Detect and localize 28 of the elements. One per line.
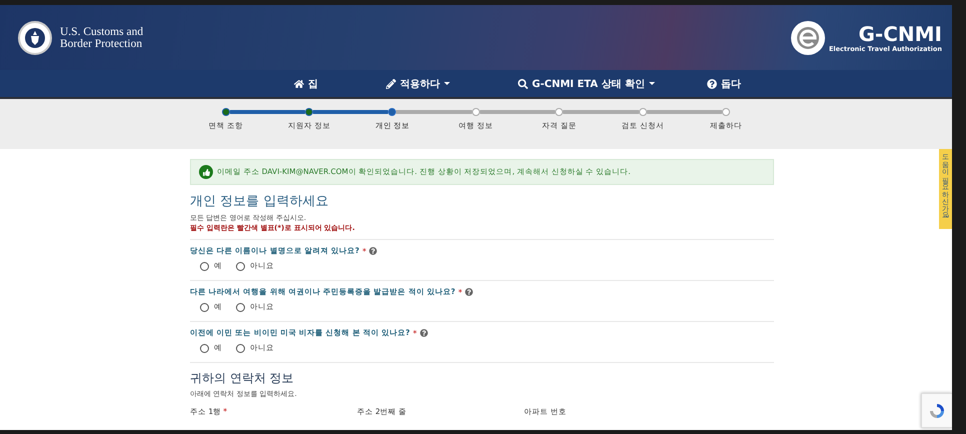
thumbs-up-icon: [199, 165, 213, 179]
help-icon[interactable]: [420, 329, 428, 337]
help-icon[interactable]: [465, 288, 474, 296]
nav-link[interactable]: G-CNMI ETA 상태 확인: [518, 76, 655, 90]
radio-circle[interactable]: [236, 302, 245, 312]
home-icon: [294, 78, 304, 88]
agency-name: U.S. Customs and Border Protection: [60, 26, 144, 50]
section-title: 귀하의 연락처 정보: [190, 370, 295, 387]
required-mark: *: [458, 288, 462, 296]
search-icon: [518, 78, 528, 88]
radio-circle[interactable]: [236, 344, 245, 352]
caret-icon: [648, 82, 655, 85]
nav-link[interactable]: 집: [294, 76, 318, 90]
radio-circle[interactable]: [200, 344, 209, 352]
nav-link[interactable]: 돕다: [706, 76, 741, 90]
radio-circle[interactable]: [200, 302, 209, 312]
form-title: 개인 정보를 입력하세요: [190, 193, 330, 210]
pencil-icon: [386, 78, 396, 88]
help-icon: [706, 78, 717, 88]
required-mark: *: [412, 328, 417, 338]
caret-icon: [444, 82, 450, 85]
help-icon[interactable]: [369, 247, 378, 255]
nav-link[interactable]: 적용하다: [386, 76, 450, 90]
agency-seal-icon: [18, 20, 52, 54]
brand-name: G-CNMI: [858, 22, 942, 44]
required-mark: *: [362, 246, 366, 256]
radio-circle[interactable]: [236, 262, 245, 270]
radio-circle[interactable]: [200, 262, 209, 270]
